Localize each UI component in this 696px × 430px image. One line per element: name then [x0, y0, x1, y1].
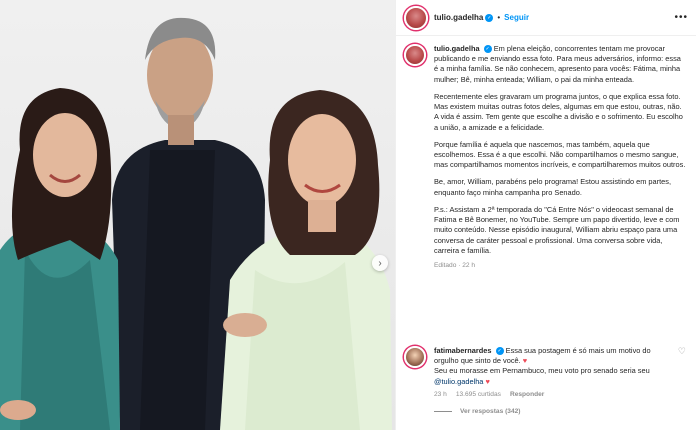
commenter-avatar[interactable] [404, 346, 426, 368]
comment-likes[interactable]: 13.695 curtidas [456, 391, 501, 398]
comment-mention-link[interactable]: @tulio.gadelha [434, 377, 483, 386]
view-replies-button[interactable]: Ver respostas (342) [434, 408, 686, 415]
caption: tulio.gadelha ✓ Em plena eleição, concor… [404, 44, 686, 270]
heart-outline-icon[interactable]: ♡ [678, 346, 686, 357]
caption-paragraph-1: tulio.gadelha ✓ Em plena eleição, concor… [434, 44, 686, 85]
caption-paragraph-5: P.s.: Assistam a 2ª temporada do "Cá Ent… [434, 204, 680, 255]
post-photo-image [0, 0, 395, 430]
comments-list[interactable]: tulio.gadelha ✓ Em plena eleição, concor… [396, 36, 696, 336]
caption-body: tulio.gadelha ✓ Em plena eleição, concor… [434, 44, 686, 270]
heart-emoji-icon: ♥ [485, 376, 490, 386]
verified-badge-icon: ✓ [495, 347, 504, 356]
post-panel: tulio.gadelha ✓ • Seguir ••• tulio.gadel… [395, 0, 696, 430]
comment-text: fatimabernardes ✓ Essa sua postagem é só… [434, 346, 672, 387]
caption-paragraph-4: Be, amor, William, parabéns pelo program… [434, 177, 672, 197]
verified-badge-icon: ✓ [483, 45, 492, 54]
header-separator: • [497, 13, 501, 22]
heart-emoji-icon: ♥ [522, 356, 528, 366]
comment-time[interactable]: 23 h [434, 391, 447, 398]
caption-username[interactable]: tulio.gadelha [434, 44, 480, 53]
post-photo[interactable]: › [0, 0, 395, 430]
reply-button[interactable]: Responder [510, 391, 544, 398]
caption-paragraph-3: Porque família é aquela que nascemos, ma… [434, 139, 686, 170]
commenter-username[interactable]: fatimabernardes [434, 346, 492, 355]
comment-text-2: Seu eu morasse em Pernambuco, meu voto p… [434, 366, 650, 376]
caption-avatar[interactable] [404, 44, 426, 66]
caption-meta: Editado · 22 h [434, 261, 476, 269]
chevron-right-icon: › [378, 257, 382, 269]
more-horizontal-icon[interactable]: ••• [674, 12, 688, 23]
follow-button[interactable]: Seguir [504, 13, 529, 22]
author-avatar[interactable] [404, 5, 428, 30]
author-username[interactable]: tulio.gadelha [434, 13, 483, 22]
edited-label: Editado [434, 261, 457, 269]
verified-badge-icon: ✓ [485, 13, 494, 22]
caption-time[interactable]: 22 h [462, 262, 475, 269]
comment-meta: 23 h 13.695 curtidas Responder [434, 391, 686, 398]
comment-item: fatimabernardes ✓ Essa sua postagem é só… [396, 346, 696, 415]
caption-paragraph-2: Recentemente eles gravaram um programa j… [434, 91, 683, 132]
post-header: tulio.gadelha ✓ • Seguir ••• [396, 0, 696, 36]
carousel-next-button[interactable]: › [372, 255, 388, 271]
